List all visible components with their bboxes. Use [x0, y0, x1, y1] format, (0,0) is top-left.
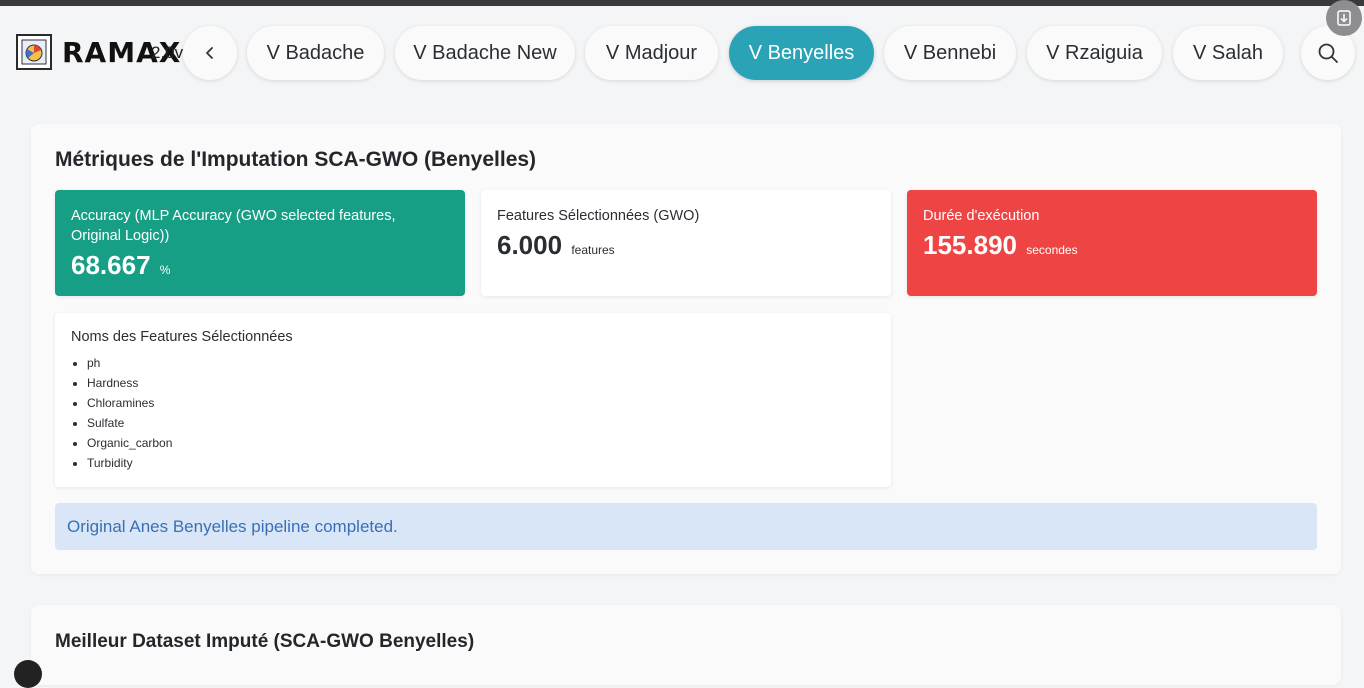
tab-v-badache[interactable]: V Badache: [247, 26, 384, 80]
accuracy-metric: Accuracy (MLP Accuracy (GWO selected fea…: [55, 190, 465, 296]
features-count-metric: Features Sélectionnées (GWO) 6.000 featu…: [481, 190, 891, 296]
list-item: Sulfate: [87, 413, 875, 433]
header: RAMAX 2.0v V Badache V Badache New V Mad…: [0, 6, 1364, 98]
metrics-card-title: Métriques de l'Imputation SCA-GWO (Benye…: [55, 148, 537, 171]
chevron-left-icon: [206, 47, 213, 59]
download-icon: [1337, 10, 1351, 26]
tab-v-madjour[interactable]: V Madjour: [585, 26, 718, 80]
duration-value-row: 155.890 secondes: [923, 230, 1301, 261]
accuracy-value-row: 68.667 %: [71, 250, 449, 281]
features-count-value-row: 6.000 features: [497, 230, 875, 261]
floating-button[interactable]: [14, 660, 42, 688]
duration-value: 155.890: [923, 230, 1017, 260]
pipeline-status-alert: Original Anes Benyelles pipeline complet…: [55, 503, 1317, 550]
tab-v-bennebi[interactable]: V Bennebi: [884, 26, 1016, 80]
duration-label: Durée d'exécution: [923, 208, 1040, 224]
list-item: Hardness: [87, 373, 875, 393]
list-item: Chloramines: [87, 393, 875, 413]
metrics-card: Métriques de l'Imputation SCA-GWO (Benye…: [31, 124, 1341, 574]
duration-metric: Durée d'exécution 155.890 secondes: [907, 190, 1317, 296]
search-icon: [1318, 43, 1338, 63]
logo-icon[interactable]: [16, 34, 52, 70]
list-item: ph: [87, 353, 875, 373]
back-button[interactable]: [183, 26, 237, 80]
tab-v-badache-new[interactable]: V Badache New: [395, 26, 575, 80]
tab-v-rzaiguia[interactable]: V Rzaiguia: [1027, 26, 1162, 80]
accuracy-unit: %: [159, 263, 171, 277]
accuracy-label: Accuracy (MLP Accuracy (GWO selected fea…: [71, 208, 396, 244]
download-button[interactable]: [1326, 0, 1362, 36]
list-item: Turbidity: [87, 453, 875, 473]
feature-names-list: ph Hardness Chloramines Sulfate Organic_…: [71, 353, 875, 473]
features-count-label: Features Sélectionnées (GWO): [497, 208, 700, 224]
tab-v-salah[interactable]: V Salah: [1173, 26, 1283, 80]
version-label: 2.0v: [151, 43, 184, 62]
list-item: Organic_carbon: [87, 433, 875, 453]
feature-names-box: Noms des Features Sélectionnées ph Hardn…: [55, 313, 891, 487]
duration-unit: secondes: [1026, 243, 1078, 257]
best-dataset-card: Meilleur Dataset Imputé (SCA-GWO Benyell…: [31, 605, 1341, 685]
feature-names-label: Noms des Features Sélectionnées: [71, 329, 293, 345]
features-count-unit: features: [571, 243, 615, 257]
best-dataset-title: Meilleur Dataset Imputé (SCA-GWO Benyell…: [55, 631, 475, 652]
tab-v-benyelles[interactable]: V Benyelles: [729, 26, 874, 80]
features-count-value: 6.000: [497, 230, 563, 260]
accuracy-value: 68.667: [71, 250, 151, 280]
